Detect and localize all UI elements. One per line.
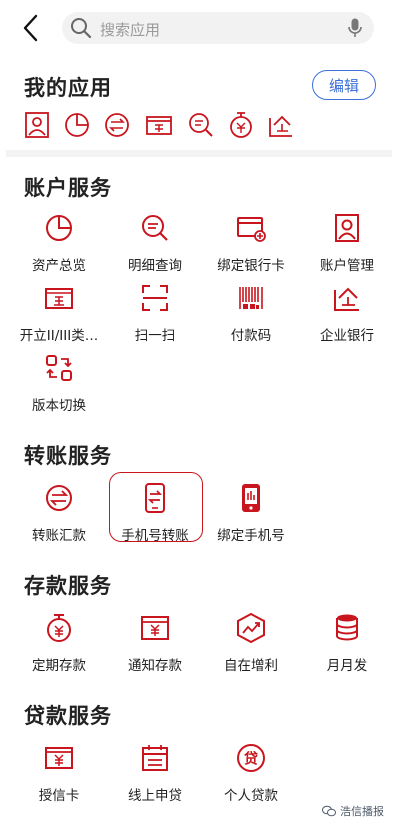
bank-card-add-icon xyxy=(237,217,266,242)
top-bar: 搜索应用 xyxy=(0,0,404,56)
watermark: 浩信播报 xyxy=(322,803,384,819)
monthly-item[interactable]: 月月发 xyxy=(299,612,395,676)
version-switch-icon xyxy=(46,355,72,381)
section-divider xyxy=(6,150,392,157)
notice-deposit-icon xyxy=(141,616,169,640)
detail-query-icon[interactable] xyxy=(186,110,216,140)
coin-stack-icon xyxy=(336,614,358,641)
asset-overview-icon[interactable] xyxy=(62,110,92,140)
transfer-remit-label: 转账汇款 xyxy=(32,528,86,544)
search-bar[interactable]: 搜索应用 xyxy=(62,12,374,44)
open-account-icon[interactable] xyxy=(144,110,174,140)
chat-bubble-icon xyxy=(322,805,336,817)
loan-coin-icon: 贷 xyxy=(237,744,265,772)
personal-loan-item[interactable]: 贷 个人贷款 xyxy=(203,742,299,806)
phone-transfer-label: 手机号转账 xyxy=(121,528,189,544)
growth-cube-icon xyxy=(237,612,265,644)
free-growth-label: 自在增利 xyxy=(224,658,278,674)
svg-text:贷: 贷 xyxy=(244,751,258,768)
asset-overview-icon xyxy=(46,215,72,241)
my-apps-section: 我的应用 编辑 xyxy=(0,62,404,150)
deposit-services-title: 存款服务 xyxy=(24,574,112,598)
free-growth-item[interactable]: 自在增利 xyxy=(203,612,299,676)
open-account-item[interactable]: 开立II/III类… xyxy=(11,282,107,346)
scan-icon xyxy=(142,285,168,311)
bind-bank-card-item[interactable]: 绑定银行卡 xyxy=(203,212,299,276)
online-loan-label: 线上申贷 xyxy=(128,788,182,804)
version-switch-label: 版本切换 xyxy=(32,398,86,414)
search-icon xyxy=(70,17,92,43)
detail-query-icon xyxy=(142,215,168,241)
credit-card-icon xyxy=(45,747,73,769)
loan-services-title: 贷款服务 xyxy=(24,704,112,728)
search-placeholder: 搜索应用 xyxy=(100,21,161,39)
bind-phone-item[interactable]: 绑定手机号 xyxy=(203,482,299,546)
transfer-services-title: 转账服务 xyxy=(24,444,112,468)
back-arrow-icon[interactable] xyxy=(18,12,46,44)
notice-deposit-label: 通知存款 xyxy=(128,658,182,674)
credit-card-label: 授信卡 xyxy=(38,788,80,804)
account-manage-icon xyxy=(335,214,359,242)
watermark-text: 浩信播报 xyxy=(340,805,384,818)
payment-code-icon xyxy=(239,287,263,309)
phone-transfer-item[interactable]: 手机号转账 xyxy=(107,482,203,546)
enterprise-bank-label: 企业银行 xyxy=(320,328,374,344)
enterprise-bank-icon[interactable] xyxy=(266,110,296,140)
account-manage-icon[interactable] xyxy=(22,110,52,140)
account-manage-item[interactable]: 账户管理 xyxy=(299,212,395,276)
bind-phone-icon xyxy=(242,484,260,512)
asset-overview-label: 资产总览 xyxy=(32,258,86,274)
version-switch-item[interactable]: 版本切换 xyxy=(11,352,107,416)
phone-transfer-icon xyxy=(145,483,165,513)
open-account-icon xyxy=(45,288,73,309)
transfer-remit-icon[interactable] xyxy=(102,110,132,140)
scan-item[interactable]: 扫一扫 xyxy=(107,282,203,346)
edit-button[interactable]: 编辑 xyxy=(312,70,376,100)
notice-deposit-item[interactable]: 通知存款 xyxy=(107,612,203,676)
enterprise-bank-icon xyxy=(334,287,359,311)
detail-query-item[interactable]: 明细查询 xyxy=(107,212,203,276)
payment-code-label: 付款码 xyxy=(230,328,272,344)
account-services-title: 账户服务 xyxy=(24,176,112,200)
bind-bank-card-label: 绑定银行卡 xyxy=(217,258,285,274)
scan-label: 扫一扫 xyxy=(134,328,176,344)
payment-code-item[interactable]: 付款码 xyxy=(203,282,299,346)
personal-loan-label: 个人贷款 xyxy=(224,788,278,804)
calendar-icon xyxy=(142,745,168,771)
my-apps-shortcuts xyxy=(20,110,310,140)
fixed-deposit-label: 定期存款 xyxy=(32,658,86,674)
my-apps-title: 我的应用 xyxy=(24,76,112,100)
online-loan-item[interactable]: 线上申贷 xyxy=(107,742,203,806)
bind-phone-label: 绑定手机号 xyxy=(217,528,285,544)
detail-query-label: 明细查询 xyxy=(128,258,182,274)
monthly-label: 月月发 xyxy=(326,658,368,674)
microphone-icon[interactable] xyxy=(348,18,362,42)
fixed-deposit-item[interactable]: 定期存款 xyxy=(11,612,107,676)
asset-overview-item[interactable]: 资产总览 xyxy=(11,212,107,276)
credit-card-item[interactable]: 授信卡 xyxy=(11,742,107,806)
enterprise-bank-item[interactable]: 企业银行 xyxy=(299,282,395,346)
open-account-label: 开立II/III类… xyxy=(19,328,99,344)
transfer-remit-item[interactable]: 转账汇款 xyxy=(11,482,107,546)
fixed-deposit-icon[interactable] xyxy=(226,110,256,140)
transfer-remit-icon xyxy=(46,485,72,511)
account-manage-label: 账户管理 xyxy=(320,258,374,274)
fixed-deposit-icon xyxy=(47,614,71,642)
